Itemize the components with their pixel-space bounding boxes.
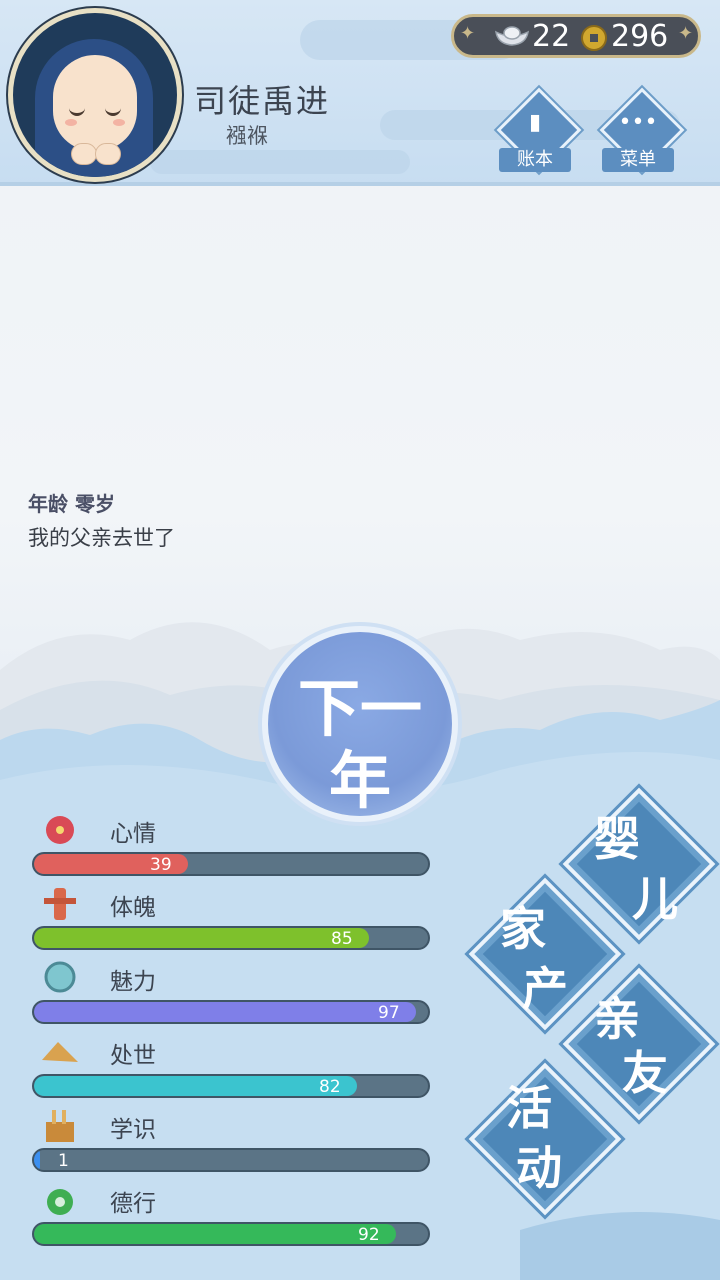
stat-fill bbox=[34, 1002, 416, 1022]
stat-physique: 体魄 85 bbox=[30, 886, 434, 956]
menu-button-label: 菜单 bbox=[602, 148, 674, 172]
stat-bar: 92 bbox=[32, 1222, 430, 1246]
flower-icon bbox=[46, 816, 74, 844]
stat-fill bbox=[34, 1076, 357, 1096]
stat-charm: 魅力 97 bbox=[30, 960, 434, 1030]
stat-value: 85 bbox=[331, 929, 353, 949]
activity-button[interactable]: 活 动 bbox=[466, 1060, 622, 1216]
copper-coin-icon bbox=[581, 25, 607, 51]
stat-value: 92 bbox=[358, 1225, 380, 1245]
avatar-face bbox=[53, 55, 137, 165]
stat-fill bbox=[34, 928, 369, 948]
stat-mood: 心情 39 bbox=[30, 812, 434, 882]
ingot-count: 22 bbox=[532, 19, 571, 54]
mirror-icon bbox=[44, 961, 76, 993]
brush-pot-icon bbox=[46, 1110, 74, 1142]
stat-bar: 97 bbox=[32, 1000, 430, 1024]
stat-value: 39 bbox=[150, 855, 172, 875]
currency-panel[interactable]: ✦ 22 296 ✦ bbox=[451, 14, 701, 58]
training-post-icon bbox=[44, 888, 76, 920]
stat-fill bbox=[34, 1150, 40, 1170]
stat-fill bbox=[34, 1224, 396, 1244]
stat-name: 德行 bbox=[110, 1191, 156, 1217]
avatar-hand bbox=[95, 143, 121, 165]
stat-bar: 1 bbox=[32, 1148, 430, 1172]
stat-name: 学识 bbox=[110, 1117, 156, 1143]
stat-name: 心情 bbox=[110, 821, 156, 847]
player-stage: 襁褓 bbox=[226, 124, 268, 148]
jade-pendant-icon bbox=[47, 1189, 73, 1215]
next-year-label-line2: 年 bbox=[328, 744, 391, 817]
relatives-char-2: 友 bbox=[622, 1046, 668, 1100]
stat-bar: 85 bbox=[32, 926, 430, 950]
more-dots-icon: ••• bbox=[618, 110, 658, 135]
stat-knowledge: 学识 1 bbox=[30, 1108, 434, 1178]
handshake-icon bbox=[42, 1042, 78, 1062]
stat-virtue: 德行 92 bbox=[30, 1182, 434, 1252]
header-divider bbox=[0, 182, 720, 186]
stat-value: 97 bbox=[378, 1003, 400, 1023]
avatar-blush bbox=[113, 119, 125, 126]
stat-name: 体魄 bbox=[110, 895, 156, 921]
avatar-eye bbox=[69, 107, 85, 116]
coin-count: 296 bbox=[611, 19, 669, 54]
stat-value: 82 bbox=[319, 1077, 341, 1097]
next-year-button[interactable]: 下一 年 bbox=[268, 632, 452, 817]
avatar-hand bbox=[71, 143, 97, 165]
player-name: 司徒禹进 bbox=[194, 82, 331, 120]
ledger-button-label: 账本 bbox=[499, 148, 571, 172]
cloud-decoration bbox=[150, 150, 410, 174]
log-age-heading: 年龄 零岁 bbox=[28, 492, 115, 516]
log-event-text: 我的父亲去世了 bbox=[28, 526, 175, 550]
stat-worldliness: 处世 82 bbox=[30, 1034, 434, 1104]
stat-bar: 82 bbox=[32, 1074, 430, 1098]
bamboo-icon: ✦ bbox=[678, 23, 694, 44]
ledger-button[interactable]: ▮ 账本 bbox=[495, 87, 582, 176]
silver-ingot-icon bbox=[495, 26, 529, 46]
bamboo-icon: ✦ bbox=[460, 23, 476, 44]
menu-button[interactable]: ••• 菜单 bbox=[598, 87, 685, 176]
activity-char-2: 动 bbox=[516, 1141, 562, 1195]
stat-value: 1 bbox=[58, 1151, 69, 1171]
stat-name: 处世 bbox=[110, 1043, 156, 1069]
avatar-eye bbox=[105, 107, 121, 116]
infant-char-1: 婴 bbox=[594, 812, 640, 866]
book-icon: ▮ bbox=[528, 110, 542, 135]
stat-bar: 39 bbox=[32, 852, 430, 876]
activity-char-1: 活 bbox=[506, 1081, 552, 1135]
avatar[interactable] bbox=[8, 8, 182, 182]
avatar-blush bbox=[65, 119, 77, 126]
stat-name: 魅力 bbox=[110, 969, 156, 995]
infant-char-2: 儿 bbox=[632, 872, 678, 926]
property-char-1: 家 bbox=[500, 902, 546, 956]
